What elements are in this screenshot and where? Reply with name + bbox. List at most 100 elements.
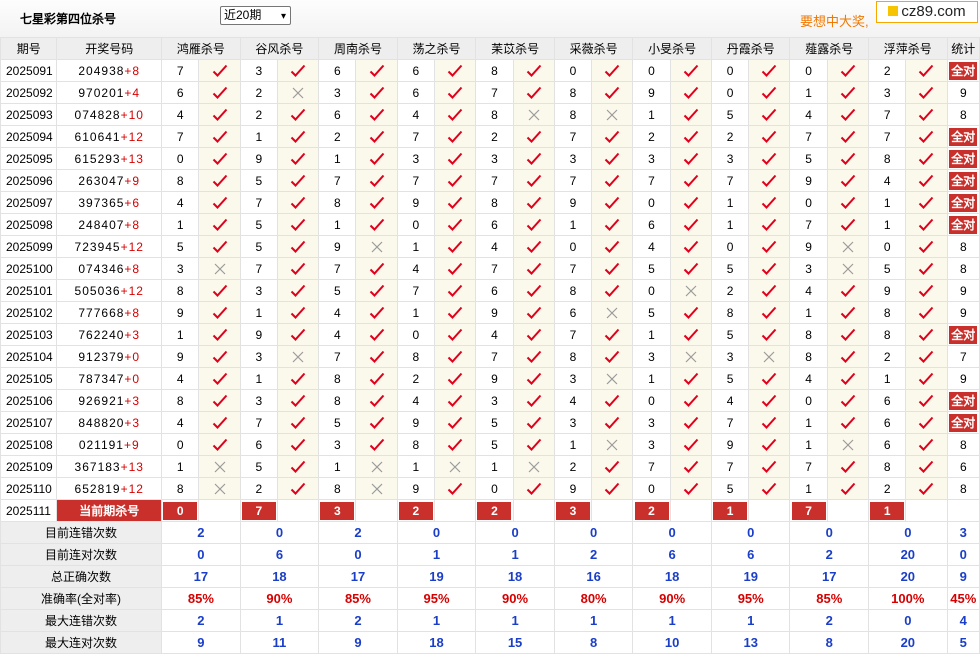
col-header-expert[interactable]: 谷风杀号	[239, 37, 320, 60]
kill-number-cell: 6	[239, 433, 278, 456]
kill-number-cell: 4	[789, 367, 828, 390]
check-icon	[750, 416, 789, 430]
kill-number-cell: 9	[396, 191, 436, 214]
site-logo[interactable]: cz89.com	[876, 1, 978, 23]
current-kill-number: 7	[791, 501, 826, 520]
check-icon	[278, 218, 317, 232]
check-icon	[907, 240, 946, 254]
summary-label: 目前连错次数	[0, 521, 163, 544]
result-cell	[591, 367, 634, 390]
col-header-expert[interactable]: 鸿雁杀号	[161, 37, 241, 60]
table-body: 2025091 204938+8 7 3 6 6 8 0 0 0 0 2 全对 2025092 970201…	[0, 59, 980, 654]
kill-number-cell: 1	[239, 125, 278, 148]
period-cell: 2025109	[0, 455, 58, 478]
summary-value: 90%	[475, 587, 555, 610]
result-cell	[198, 411, 241, 434]
result-cell	[591, 59, 634, 82]
empty-cell	[591, 499, 634, 522]
kill-number-cell: 9	[396, 411, 436, 434]
check-icon	[750, 64, 789, 78]
result-cell	[748, 279, 791, 302]
result-cell	[591, 125, 634, 148]
period-select[interactable]: 近20期 ▾	[220, 6, 291, 25]
kill-number-cell: 2	[710, 279, 750, 302]
table-row: 2025104 912379+0 9 3 7 8 7 8 3 3 8 2 7	[0, 345, 980, 368]
logo-text: cz89.com	[901, 3, 966, 20]
kill-number-cell: 4	[396, 389, 436, 412]
result-cell	[276, 301, 320, 324]
hit-count: 9	[959, 283, 967, 298]
result-cell	[512, 323, 555, 346]
col-header-expert[interactable]: 周南杀号	[318, 37, 398, 60]
draw-bonus: +3	[124, 415, 141, 430]
kill-number-cell: 7	[789, 455, 828, 478]
col-header-expert[interactable]: 荡之杀号	[396, 37, 477, 60]
col-header-expert[interactable]: 采薇杀号	[553, 37, 634, 60]
kill-number-cell: 7	[161, 59, 200, 82]
summary-value: 1	[396, 543, 477, 566]
kill-number-cell: 1	[868, 191, 907, 214]
check-icon	[514, 416, 553, 430]
kill-number-cell: 8	[553, 279, 593, 302]
draw-number-cell: 652819+12	[56, 477, 163, 500]
col-header-expert[interactable]: 丹霞杀号	[710, 37, 791, 60]
check-icon	[278, 284, 317, 298]
promo-link[interactable]: 要想中大奖,	[800, 11, 869, 30]
check-icon	[828, 152, 867, 166]
all-correct-badge: 全对	[949, 193, 978, 212]
table-row: 2025102 777668+8 9 1 4 1 9 6 5 8 1 8 9	[0, 301, 980, 324]
kill-number-cell: 1	[239, 301, 278, 324]
check-icon	[907, 328, 946, 342]
result-cell	[198, 367, 241, 390]
check-icon	[593, 240, 632, 254]
summary-value: 18	[632, 565, 712, 588]
result-cell	[748, 81, 791, 104]
col-header-expert[interactable]: 薤露杀号	[789, 37, 870, 60]
summary-value: 0	[239, 521, 320, 544]
check-icon	[436, 64, 475, 78]
result-cell	[198, 103, 241, 126]
check-icon	[907, 416, 946, 430]
kill-number-cell: 0	[632, 59, 671, 82]
kill-number-cell: 6	[868, 433, 907, 456]
col-header-expert[interactable]: 苿苡杀号	[475, 37, 555, 60]
summary-row: 总正确次数 17 18 17 19 18 16 18 19 17 20 9	[0, 565, 980, 588]
summary-value: 20	[868, 565, 948, 588]
check-icon	[514, 86, 553, 100]
empty-cell	[946, 499, 980, 522]
stat-cell: 7	[946, 345, 980, 368]
check-icon	[357, 350, 396, 364]
kill-number-cell: 3	[318, 433, 357, 456]
check-icon	[907, 108, 946, 122]
check-icon	[907, 152, 946, 166]
check-icon	[750, 152, 789, 166]
check-icon	[200, 394, 239, 408]
col-header-expert[interactable]: 小旻杀号	[632, 37, 712, 60]
kill-number-cell: 8	[396, 433, 436, 456]
check-icon	[357, 416, 396, 430]
period-cell: 2025098	[0, 213, 58, 236]
check-icon	[828, 284, 867, 298]
check-icon	[828, 416, 867, 430]
summary-value: 1	[632, 609, 712, 632]
stat-cell: 全对	[946, 125, 980, 148]
result-cell	[591, 323, 634, 346]
result-cell	[826, 213, 870, 236]
col-header-expert[interactable]: 浮萍杀号	[868, 37, 948, 60]
cross-icon	[828, 439, 867, 451]
check-icon	[278, 328, 317, 342]
result-cell	[198, 301, 241, 324]
summary-value: 9	[318, 631, 398, 654]
draw-bonus: +12	[120, 129, 144, 144]
result-cell	[433, 345, 477, 368]
table-row: 2025092 970201+4 6 2 3 6 7 8 9 0 1 3 9	[0, 81, 980, 104]
result-cell	[591, 169, 634, 192]
check-icon	[436, 174, 475, 188]
result-cell	[669, 235, 712, 258]
result-cell	[198, 213, 241, 236]
summary-stat: 4	[946, 609, 980, 632]
result-cell	[355, 125, 398, 148]
summary-value: 17	[161, 565, 241, 588]
page-title: 七星彩第四位杀号	[20, 12, 117, 26]
kill-number-cell: 9	[553, 477, 593, 500]
